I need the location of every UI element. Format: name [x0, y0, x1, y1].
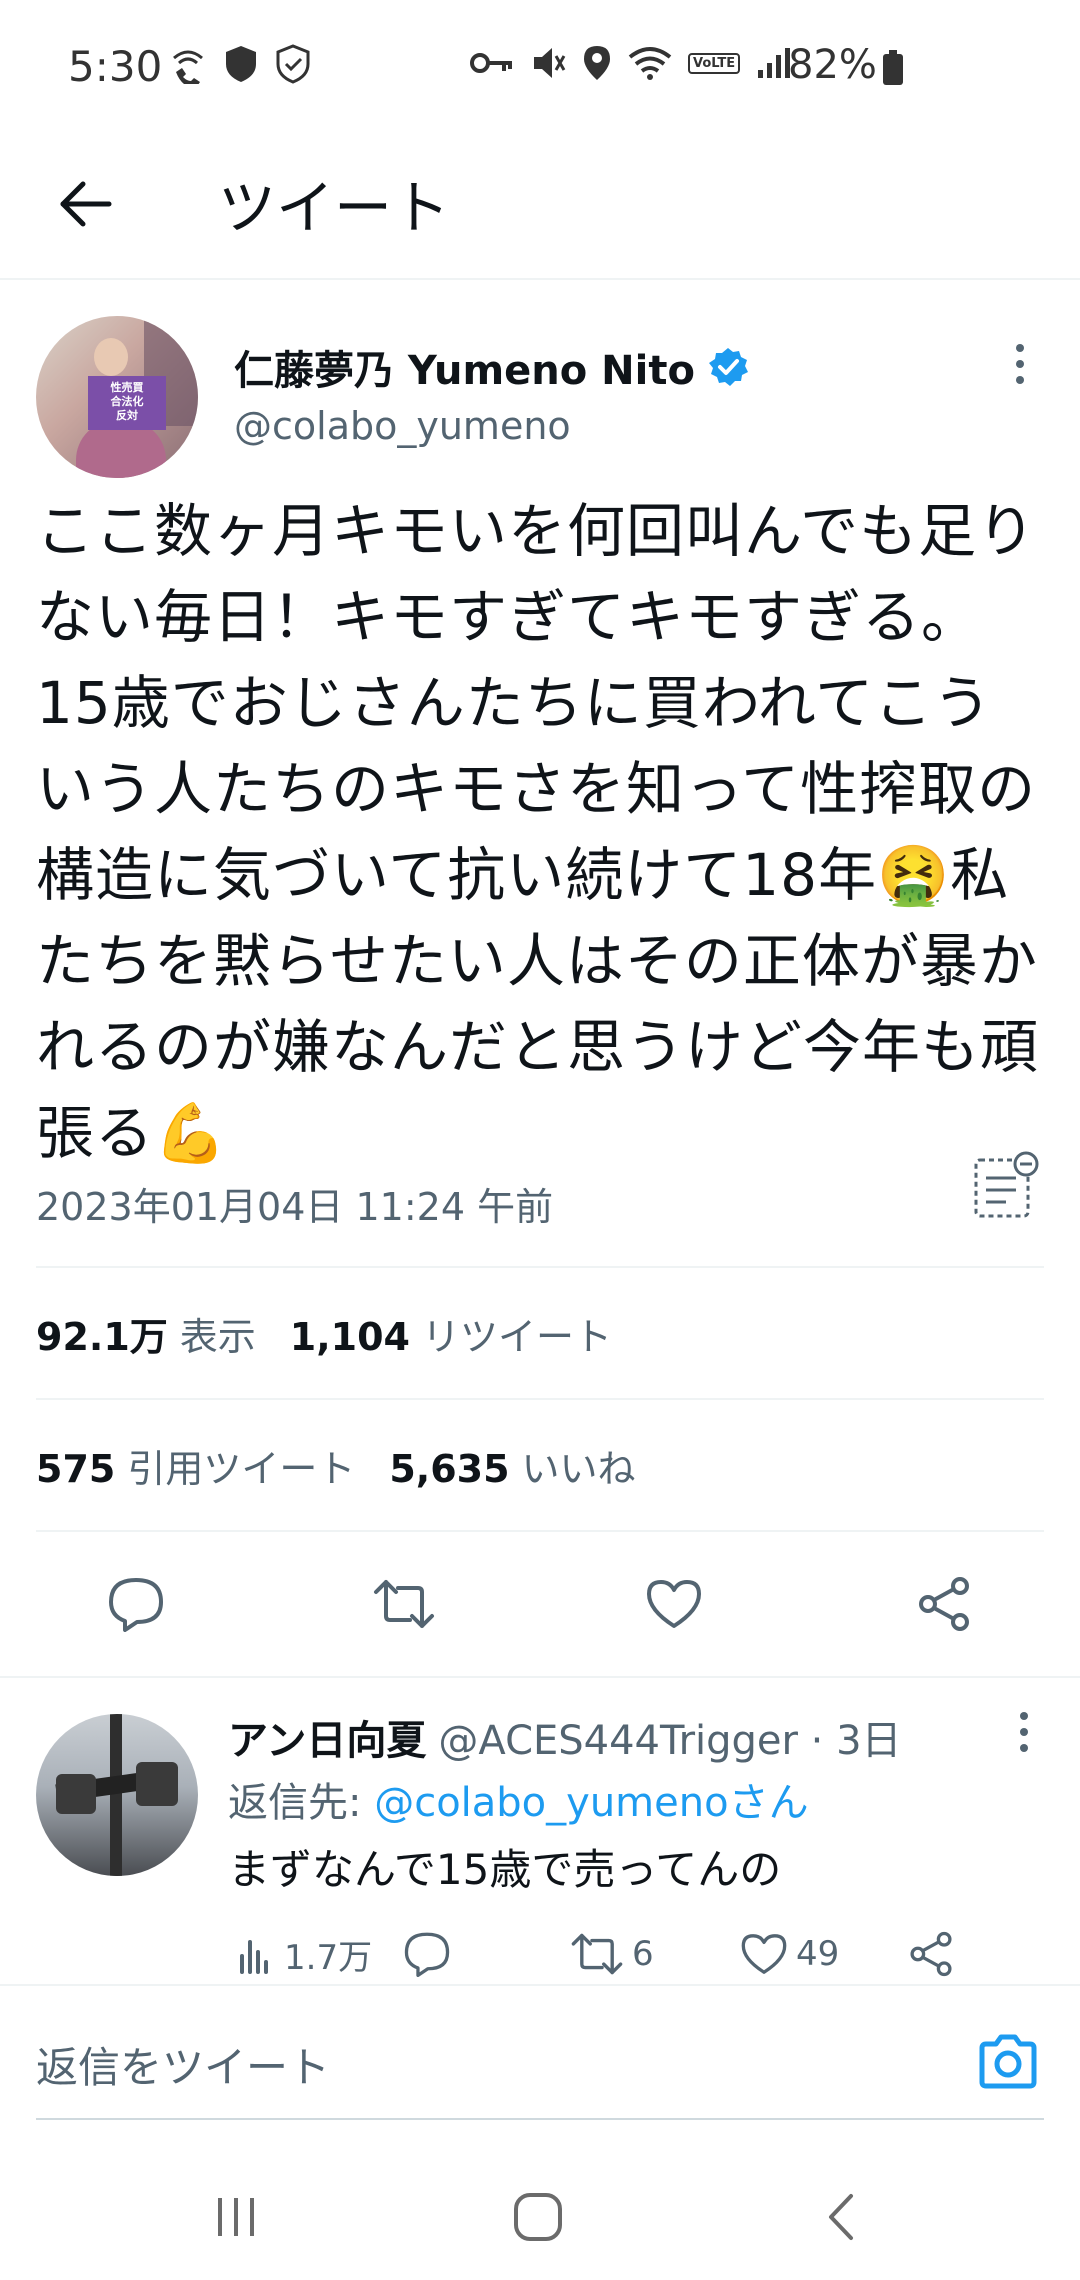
avatar-signal-box	[56, 1774, 96, 1814]
recent-apps-button[interactable]	[196, 2182, 276, 2252]
location-icon	[584, 46, 610, 80]
reply-icon	[109, 1578, 163, 1632]
camera-icon[interactable]	[976, 2030, 1040, 2094]
key-icon	[470, 53, 512, 73]
tweet-actions	[0, 1572, 1080, 1636]
reply-reply-button[interactable]	[402, 1926, 452, 1982]
thread-divider	[0, 1676, 1080, 1678]
reply-like-button[interactable]: 49	[740, 1926, 839, 1982]
translate-icon[interactable]	[970, 1150, 1042, 1222]
signal-icon	[758, 48, 791, 78]
reply-to-line: 返信先: @colabo_yumenoさん	[228, 1770, 809, 1828]
retweets-stat[interactable]: 1,104 リツイート	[290, 1306, 612, 1361]
retweet-button[interactable]	[372, 1572, 436, 1636]
avatar-face	[94, 338, 128, 376]
heart-icon	[741, 1934, 787, 1974]
mute-icon	[534, 48, 566, 78]
likes-stat[interactable]: 5,635 いいね	[389, 1438, 635, 1493]
shield-check-icon	[276, 44, 310, 84]
author-avatar[interactable]: 性売買 合法化 反対	[36, 316, 198, 478]
reply-retweet-count: 6	[632, 1934, 654, 1974]
arrow-left-icon	[60, 181, 112, 227]
status-right-icons: VoLTE	[470, 44, 792, 82]
reply-like-count: 49	[796, 1934, 840, 1974]
back-button[interactable]	[50, 169, 120, 239]
status-bar: 5:30 VoLTE 82%	[0, 0, 1080, 135]
avatar-sign: 性売買 合法化 反対	[88, 376, 166, 430]
reply-handle-time[interactable]: @ACES444Trigger · 3日	[438, 1708, 901, 1766]
share-icon	[919, 1577, 969, 1631]
reply-views-count: 1.7万	[284, 1937, 373, 1978]
home-button[interactable]	[498, 2182, 578, 2252]
reply-compose-input[interactable]: 返信をツイート	[36, 2034, 330, 2095]
reply-share-button[interactable]	[908, 1926, 954, 1982]
divider	[36, 1530, 1044, 1532]
heart-icon	[647, 1580, 701, 1628]
reply-views[interactable]: 1.7万	[236, 1926, 372, 1982]
reply-actions: 1.7万 6 49	[0, 1926, 1080, 1982]
stats-row-views-retweets: 92.1万 表示 1,104 リツイート	[36, 1306, 612, 1361]
shield-icon	[226, 46, 256, 82]
status-left-icons	[168, 44, 312, 84]
system-nav-bar	[0, 2160, 1080, 2280]
reply-icon	[404, 1932, 450, 1977]
author-handle[interactable]: @colabo_yumeno	[234, 404, 571, 448]
reply-header[interactable]: アン日向夏 @ACES444Trigger · 3日	[228, 1708, 902, 1766]
avatar-pole	[110, 1714, 122, 1876]
like-button[interactable]	[642, 1572, 706, 1636]
battery-icon	[883, 50, 903, 85]
home-icon	[514, 2193, 562, 2241]
divider	[36, 1398, 1044, 1400]
divider	[36, 1266, 1044, 1268]
avatar-signal-box	[136, 1762, 178, 1806]
quotes-stat[interactable]: 575 引用ツイート	[36, 1438, 355, 1493]
status-time: 5:30	[68, 42, 163, 91]
chevron-left-icon	[829, 2194, 853, 2240]
share-icon	[910, 1931, 952, 1977]
tweet-timestamp[interactable]: 2023年01月04日 11:24 午前	[36, 1176, 553, 1231]
verified-badge-icon	[708, 348, 748, 386]
analytics-icon	[240, 1940, 268, 1974]
top-app-bar: ツイート	[0, 135, 1080, 280]
recent-apps-icon	[218, 2198, 254, 2236]
stats-row-quotes-likes: 575 引用ツイート 5,635 いいね	[36, 1438, 636, 1493]
share-button[interactable]	[912, 1572, 976, 1636]
retweet-icon	[374, 1580, 434, 1628]
reply-more-options-icon[interactable]	[1006, 1708, 1042, 1756]
reply-to-link[interactable]: @colabo_yumenoさん	[374, 1780, 808, 1826]
author-display-name[interactable]: 仁藤夢乃 Yumeno Nito	[234, 338, 695, 396]
compose-divider	[0, 1984, 1080, 1986]
page-title: ツイート	[218, 174, 451, 242]
reply-button[interactable]	[104, 1572, 168, 1636]
volte-icon: VoLTE	[688, 52, 741, 74]
reply-author-avatar[interactable]	[36, 1714, 198, 1876]
compose-underline	[36, 2118, 1044, 2120]
battery-percent: 82%	[788, 42, 877, 88]
reply-display-name[interactable]: アン日向夏	[228, 1708, 426, 1766]
more-options-icon[interactable]	[1002, 340, 1038, 388]
retweet-icon	[571, 1933, 623, 1975]
reply-retweet-button[interactable]: 6	[570, 1926, 654, 1982]
views-stat[interactable]: 92.1万 表示	[36, 1306, 256, 1361]
tweet-text: ここ数ヶ月キモいを何回叫んでも足りない毎日！キモすぎてキモすぎる。15歳でおじさ…	[36, 497, 1040, 1167]
system-back-button[interactable]	[800, 2182, 880, 2252]
author-name-row[interactable]: 仁藤夢乃 Yumeno Nito	[234, 338, 749, 396]
wifi-calling-icon	[173, 50, 203, 84]
wifi-icon	[628, 47, 672, 80]
reply-text: まずなんで15歳で売ってんの	[228, 1845, 782, 1894]
reply-to-prefix: 返信先:	[228, 1780, 375, 1826]
